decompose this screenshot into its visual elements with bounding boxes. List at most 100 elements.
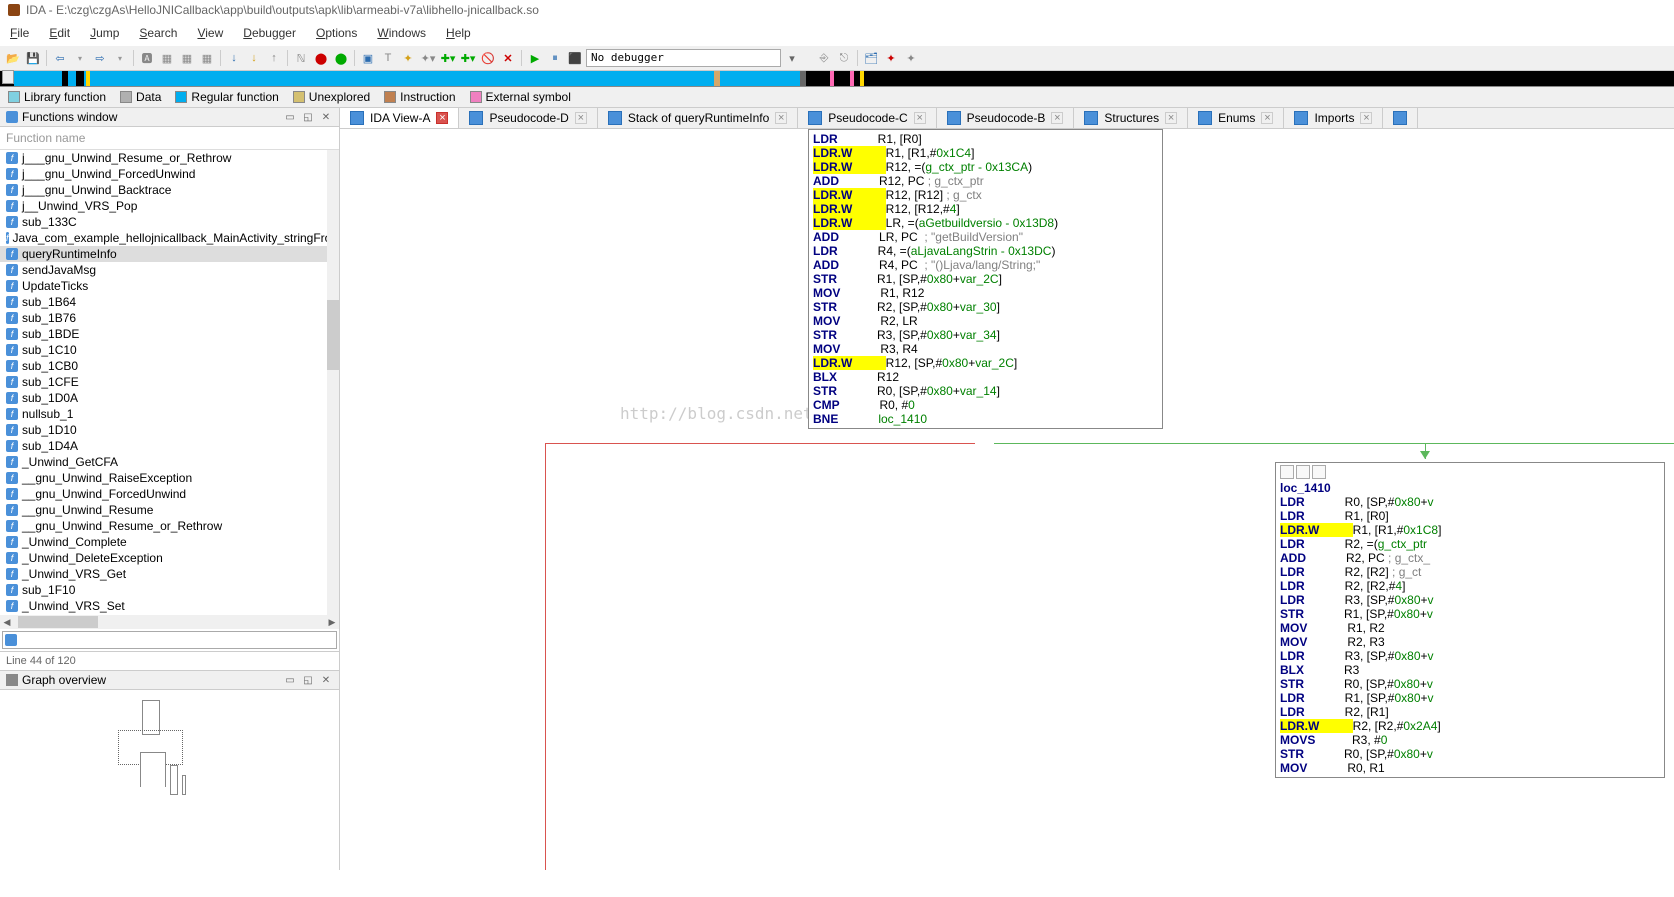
arrow-up-icon[interactable]: ↑ (265, 49, 283, 67)
stop-icon[interactable]: ⬤ (312, 49, 330, 67)
tab-enums[interactable]: Enums× (1188, 108, 1284, 128)
asm-line[interactable]: ADD LR, PC ; "getBuildVersion" (813, 230, 1158, 244)
block-toolbar[interactable] (1280, 465, 1660, 479)
open-icon[interactable]: 📂 (4, 49, 22, 67)
tab-pseudocode-b[interactable]: Pseudocode-B× (937, 108, 1075, 128)
tab-more[interactable] (1383, 108, 1418, 128)
tool-icon[interactable]: ✦ (902, 49, 920, 67)
function-item[interactable]: f__gnu_Unwind_Resume (0, 502, 339, 518)
function-item[interactable]: f__gnu_Unwind_Resume_or_Rethrow (0, 518, 339, 534)
plus-icon[interactable]: ✚▾ (439, 49, 457, 67)
restore-icon[interactable]: ◱ (301, 110, 315, 124)
asm-line[interactable]: CMP R0, #0 (813, 398, 1158, 412)
function-item[interactable]: f_Unwind_GetCFA (0, 454, 339, 470)
close-icon[interactable]: × (575, 112, 587, 124)
tab-pseudocode-d[interactable]: Pseudocode-D× (459, 108, 597, 128)
asm-line[interactable]: ADD R2, PC ; g_ctx_ (1280, 551, 1660, 565)
cancel-icon[interactable]: 🚫 (479, 49, 497, 67)
function-item[interactable]: fsub_1CFE (0, 374, 339, 390)
asm-line[interactable]: LDR.W R2, [R2,#0x2A4] (1280, 719, 1660, 733)
function-item[interactable]: f_Unwind_DeleteException (0, 550, 339, 566)
close-icon[interactable]: × (914, 112, 926, 124)
menu-view[interactable]: View (187, 22, 233, 44)
tab-imports[interactable]: Imports× (1284, 108, 1383, 128)
fwd-more-icon[interactable]: ▾ (111, 49, 129, 67)
asm-line[interactable]: LDR R3, [SP,#0x80+v (1280, 649, 1660, 663)
asm-line[interactable]: LDR R2, =(g_ctx_ptr (1280, 537, 1660, 551)
asm-line[interactable]: LDR.W R1, [R1,#0x1C8] (1280, 523, 1660, 537)
asm-line[interactable]: MOV R2, LR (813, 314, 1158, 328)
asm-line[interactable]: MOV R3, R4 (813, 342, 1158, 356)
function-item[interactable]: f_Unwind_VRS_Set (0, 598, 339, 614)
asm-line[interactable]: ADD R4, PC ; "()Ljava/lang/String;" (813, 258, 1158, 272)
back-more-icon[interactable]: ▾ (71, 49, 89, 67)
menu-options[interactable]: Options (306, 22, 367, 44)
asm-line[interactable]: MOV R1, R2 (1280, 621, 1660, 635)
close-icon[interactable]: × (1165, 112, 1177, 124)
scroll-left-icon[interactable]: ◀ (0, 617, 14, 628)
asm-line[interactable]: MOV R0, R1 (1280, 761, 1660, 775)
function-item[interactable]: fsub_1F10 (0, 582, 339, 598)
graph-view[interactable]: http://blog.csdn.net/czhligui LDR R1, [R… (340, 129, 1674, 870)
function-item[interactable]: fsub_1CB0 (0, 358, 339, 374)
menu-file[interactable]: File (0, 22, 39, 44)
restore-icon[interactable]: ◱ (301, 673, 315, 687)
asm-line[interactable]: LDR.W R12, [SP,#0x80+var_2C] (813, 356, 1158, 370)
scroll-right-icon[interactable]: ▶ (325, 617, 339, 628)
tool-icon[interactable]: ⎆ (815, 49, 833, 67)
asm-line[interactable]: STR R1, [SP,#0x80+v (1280, 607, 1660, 621)
go-icon[interactable]: ⬤ (332, 49, 350, 67)
minimize-icon[interactable]: ▭ (283, 673, 297, 687)
function-item[interactable]: fUpdateTicks (0, 278, 339, 294)
tab-structures[interactable]: Structures× (1074, 108, 1188, 128)
asm-line[interactable]: LDR R1, [R0] (1280, 509, 1660, 523)
asm-line[interactable]: STR R0, [SP,#0x80+v (1280, 677, 1660, 691)
asm-line[interactable]: STR R0, [SP,#0x80+v (1280, 747, 1660, 761)
menu-edit[interactable]: Edit (39, 22, 80, 44)
functions-list[interactable]: fj___gnu_Unwind_Resume_or_Rethrowfj___gn… (0, 150, 339, 615)
menu-windows[interactable]: Windows (367, 22, 436, 44)
menu-debugger[interactable]: Debugger (233, 22, 306, 44)
back-icon[interactable]: ⇦ (51, 49, 69, 67)
close-icon[interactable]: ✕ (319, 673, 333, 687)
function-item[interactable]: fsub_1D0A (0, 390, 339, 406)
text-icon[interactable]: T (379, 49, 397, 67)
asm-line[interactable]: LDR.W R12, [R12] ; g_ctx (813, 188, 1158, 202)
asm-line[interactable]: loc_1410 (1280, 481, 1660, 495)
function-item[interactable]: fsub_1BDE (0, 326, 339, 342)
stop-debug-icon[interactable]: ⬛ (566, 49, 584, 67)
save-icon[interactable]: 💾 (24, 49, 42, 67)
close-icon[interactable]: × (1360, 112, 1372, 124)
function-item[interactable]: fj___gnu_Unwind_ForcedUnwind (0, 166, 339, 182)
close-icon[interactable]: × (1051, 112, 1063, 124)
asm-line[interactable]: MOV R2, R3 (1280, 635, 1660, 649)
tool-icon[interactable]: ℕ (292, 49, 310, 67)
tool-icon[interactable]: ▦ (158, 49, 176, 67)
arrow-down-icon[interactable]: ↓ (225, 49, 243, 67)
asm-line[interactable]: ADD R12, PC ; g_ctx_ptr (813, 174, 1158, 188)
asm-line[interactable]: LDR.W R12, [R12,#4] (813, 202, 1158, 216)
search-input[interactable] (2, 631, 337, 649)
function-item[interactable]: f__gnu_Unwind_ForcedUnwind (0, 486, 339, 502)
debugger-select[interactable]: No debugger (586, 49, 781, 67)
function-item[interactable]: fsub_1C10 (0, 342, 339, 358)
asm-line[interactable]: LDR.W LR, =(aGetbuildversio - 0x13D8) (813, 216, 1158, 230)
play-icon[interactable]: ▶ (526, 49, 544, 67)
star-icon[interactable]: ✦ (399, 49, 417, 67)
nav-band[interactable] (0, 71, 1674, 87)
dropdown-icon[interactable]: ▾ (783, 49, 801, 67)
asm-line[interactable]: LDR R1, [SP,#0x80+v (1280, 691, 1660, 705)
function-item[interactable]: fqueryRuntimeInfo (0, 246, 339, 262)
close-icon[interactable]: × (775, 112, 787, 124)
asm-line[interactable]: STR R0, [SP,#0x80+var_14] (813, 384, 1158, 398)
close-icon[interactable]: ✕ (319, 110, 333, 124)
function-item[interactable]: fsub_1B76 (0, 310, 339, 326)
tab-ida-view-a[interactable]: IDA View-A× (340, 108, 459, 128)
scrollbar-horiz[interactable]: ◀ ▶ (0, 615, 339, 629)
close-icon[interactable]: × (1261, 112, 1273, 124)
fwd-icon[interactable]: ⇨ (91, 49, 109, 67)
pause-icon[interactable]: ⏸ (546, 49, 564, 67)
asm-block[interactable]: loc_1410LDR R0, [SP,#0x80+vLDR R1, [R0]L… (1275, 462, 1665, 778)
asm-line[interactable]: LDR.W R12, =(g_ctx_ptr - 0x13CA) (813, 160, 1158, 174)
plus-icon[interactable]: ✚▾ (459, 49, 477, 67)
